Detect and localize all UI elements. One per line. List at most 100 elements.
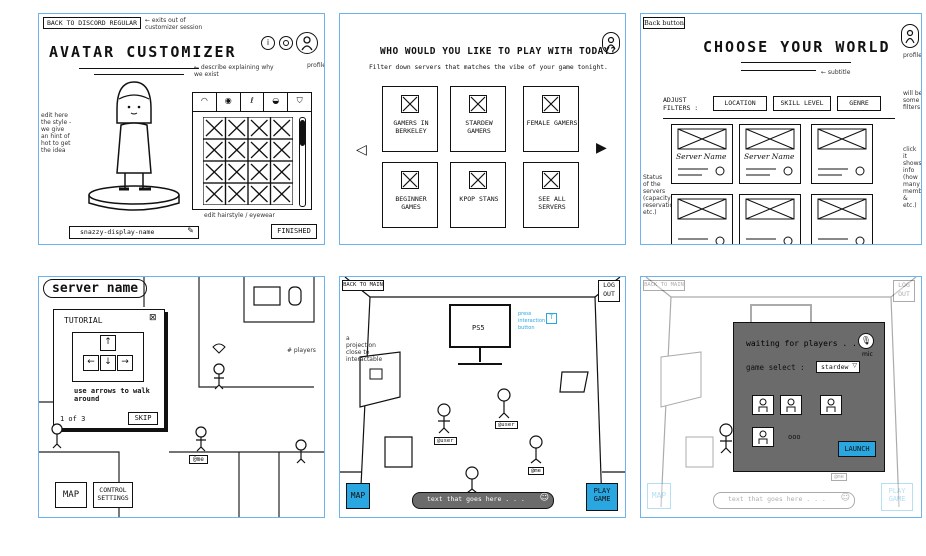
finished-button[interactable]: FINISHED	[271, 224, 317, 239]
chat-input[interactable]: text that goes here . . . ☺	[412, 492, 554, 509]
player-slot	[752, 427, 774, 447]
server-card[interactable]: SEE ALL SERVERS	[523, 162, 579, 228]
customizer-panel: ◠ ◉ ℓ ◒ ⛉	[192, 92, 312, 210]
server-card[interactable]: STARDEW GAMERS	[450, 86, 506, 152]
filter-button[interactable]: SKILL LEVEL	[773, 96, 831, 111]
image-placeholder-icon	[542, 171, 560, 189]
page-title: CHOOSE YOUR WORLD	[703, 38, 891, 56]
me-tag: @me	[189, 455, 208, 464]
screen-label: PS5	[472, 324, 485, 332]
chat-placeholder: text that goes here . . .	[427, 495, 525, 503]
world-card[interactable]	[739, 194, 801, 244]
name-field[interactable]: snazzy-display-name ✎	[69, 226, 199, 239]
title-note: ← subtitle	[821, 69, 851, 76]
characters	[51, 343, 307, 464]
player-note: # players	[287, 347, 316, 354]
server-card-label: STARDEW GAMERS	[465, 119, 493, 135]
panel-room-view: BACK TO MAIN LOG OUT PS5 press interacti…	[339, 276, 626, 518]
image-placeholder-icon	[469, 171, 487, 189]
world-card[interactable]	[811, 194, 873, 244]
profile-icon[interactable]	[901, 24, 919, 48]
mic-icon[interactable]: 🎙	[858, 333, 874, 349]
world-card[interactable]	[671, 194, 733, 244]
filter-note: will be some filters	[903, 90, 922, 111]
interact-key-icon: T	[546, 313, 557, 324]
play-game-button[interactable]: PLAY GAME	[881, 483, 913, 511]
info-icon[interactable]: i	[261, 36, 275, 50]
back-to-main-button[interactable]: BACK TO MAIN	[643, 280, 685, 291]
back-to-discord-button[interactable]: BACK TO DISCORD REGULAR	[43, 17, 141, 29]
filter-button[interactable]: LOCATION	[713, 96, 767, 111]
profile-icon[interactable]	[296, 32, 318, 54]
world-card[interactable]	[811, 124, 873, 184]
image-placeholder-icon	[401, 95, 419, 113]
server-card-label: FEMALE GAMERS	[526, 119, 578, 127]
avatar-note: edit here the style - we give an hint of…	[41, 112, 72, 154]
grid-note: edit hairstyle / eyewear	[204, 212, 275, 219]
filters-label: ADJUST FILTERS :	[663, 96, 699, 112]
tab-mouth-icon[interactable]: ◒	[264, 93, 289, 111]
server-card[interactable]: KPOP STANS	[450, 162, 506, 228]
loading-dots: ooo	[788, 433, 801, 441]
name-value: snazzy-display-name	[80, 228, 155, 236]
filter-button[interactable]: GENRE	[837, 96, 881, 111]
game-select-label: game select :	[746, 363, 805, 372]
play-game-button[interactable]: PLAY GAME	[586, 483, 618, 511]
back-note: ← exits out of customizer session	[145, 17, 203, 31]
chat-input[interactable]: text that goes here . . . ☺	[713, 492, 855, 509]
map-button[interactable]: MAP	[346, 483, 370, 509]
map-button[interactable]: MAP	[647, 483, 671, 509]
page-title: AVATAR CUSTOMIZER	[49, 43, 237, 61]
settings-icon[interactable]	[279, 36, 293, 50]
image-placeholder-icon	[401, 171, 419, 189]
control-settings-button[interactable]: CONTROL SETTINGS	[93, 482, 133, 508]
game-select-value: stardew	[821, 363, 849, 371]
room-perspective	[340, 277, 625, 508]
prev-arrow-icon[interactable]: ◁	[356, 142, 367, 158]
game-select-dropdown[interactable]: stardew ▽	[816, 361, 860, 373]
server-card[interactable]: BEGINNER GAMES	[382, 162, 438, 228]
launch-button[interactable]: LAUNCH	[838, 441, 876, 457]
modal-title: waiting for players . . .	[746, 339, 867, 348]
back-to-main-button[interactable]: BACK TO MAIN	[342, 280, 384, 291]
page-subtitle: Filter down servers that matches the vib…	[369, 64, 608, 71]
tab-shirt-icon[interactable]: ⛉	[288, 93, 311, 111]
info-note: click it shows info (how many members & …	[903, 146, 922, 209]
character-me	[719, 423, 733, 454]
emoji-icon[interactable]: ☺	[540, 493, 549, 503]
panel-server-filter: WHO WOULD YOU LIKE TO PLAY WITH TODAY? F…	[339, 13, 626, 245]
panel-server-tutorial: server name TUTORIAL ⊠ ↑ ← ↓ → use arrow…	[38, 276, 325, 518]
chat-placeholder: text that goes here . . .	[728, 495, 826, 503]
world-card[interactable]: Server Name	[739, 124, 801, 184]
title-underline-2	[94, 74, 184, 75]
title-underline	[79, 68, 199, 69]
player-slot	[780, 395, 802, 415]
user-tag-1: @user	[434, 437, 457, 445]
map-button[interactable]: MAP	[55, 482, 87, 508]
title-underline	[741, 62, 851, 63]
logout-button[interactable]: LOG OUT	[893, 280, 915, 302]
player-slot	[820, 395, 842, 415]
logout-button[interactable]: LOG OUT	[598, 280, 620, 302]
mic-label: mic	[862, 351, 873, 358]
pencil-icon[interactable]: ✎	[187, 226, 194, 235]
tab-eye-icon[interactable]: ◉	[217, 93, 241, 111]
emoji-icon[interactable]: ☺	[841, 493, 850, 503]
server-card-label: GAMERS IN BERKELEY	[393, 119, 429, 135]
world-card-name: Server Name	[744, 152, 795, 161]
world-card[interactable]: Server Name	[671, 124, 733, 184]
tab-hat-icon[interactable]: ◠	[193, 93, 217, 111]
tab-hair-icon[interactable]: ℓ	[241, 93, 265, 111]
title-underline-2	[741, 70, 816, 71]
profile-note: profile	[903, 52, 922, 59]
projection-note: a projection close to interactable	[346, 335, 383, 363]
next-arrow-icon[interactable]: ▶	[596, 140, 607, 156]
me-tag: @me	[528, 467, 544, 475]
back-button[interactable]: Back button	[643, 17, 685, 29]
scrollbar[interactable]	[299, 117, 306, 207]
server-card[interactable]: FEMALE GAMERS	[523, 86, 579, 152]
page-title: WHO WOULD YOU LIKE TO PLAY WITH TODAY?	[380, 46, 617, 57]
screen-note: press interaction button	[518, 311, 546, 331]
server-card[interactable]: GAMERS IN BERKELEY	[382, 86, 438, 152]
option-grid[interactable]	[203, 117, 293, 205]
